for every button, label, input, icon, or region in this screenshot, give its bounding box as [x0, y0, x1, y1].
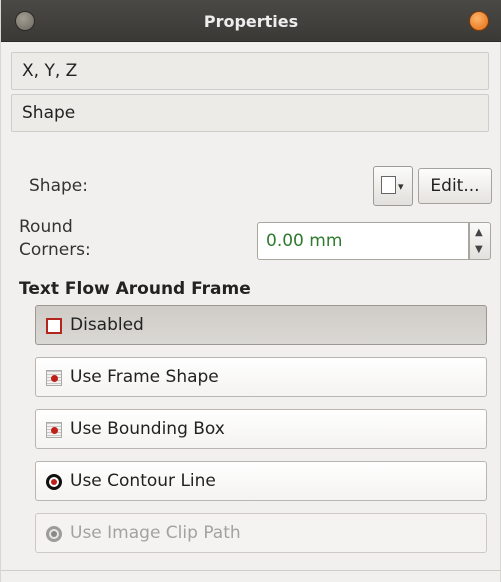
bounding-box-icon — [46, 422, 62, 438]
text-flow-bounding-box-label: Use Bounding Box — [70, 419, 225, 439]
panel-bottom-divider — [1, 570, 501, 571]
round-corners-input[interactable]: 0.00 mm — [257, 222, 469, 260]
text-flow-disabled-button[interactable]: Disabled — [35, 305, 487, 345]
text-flow-image-clip-path-button: Use Image Clip Path — [35, 513, 487, 553]
round-corners-stepper[interactable]: ▲ ▼ — [469, 222, 491, 260]
close-window-icon[interactable] — [469, 11, 489, 31]
text-flow-title: Text Flow Around Frame — [19, 279, 251, 299]
section-xyz[interactable]: X, Y, Z — [11, 52, 489, 90]
shape-label: Shape: — [29, 176, 88, 196]
increment-icon[interactable]: ▲ — [475, 227, 483, 238]
round-corners-label-line2: Corners: — [19, 240, 91, 260]
text-flow-disabled-label: Disabled — [70, 315, 144, 335]
text-flow-image-clip-path-label: Use Image Clip Path — [70, 523, 241, 543]
text-flow-frame-shape-label: Use Frame Shape — [70, 367, 219, 387]
round-corners-label-line1: Round — [19, 217, 73, 237]
frame-shape-icon — [46, 370, 62, 386]
section-shape[interactable]: Shape — [11, 94, 489, 132]
title-bar[interactable]: Properties — [1, 0, 501, 42]
decrement-icon[interactable]: ▼ — [475, 244, 483, 255]
frame-shape-dropdown-icon — [381, 176, 396, 194]
contour-line-icon — [46, 474, 62, 490]
section-shape-label: Shape — [22, 103, 76, 123]
text-flow-bounding-box-button[interactable]: Use Bounding Box — [35, 409, 487, 449]
section-xyz-label: X, Y, Z — [22, 61, 78, 81]
disabled-box-icon — [46, 318, 62, 334]
text-flow-frame-shape-button[interactable]: Use Frame Shape — [35, 357, 487, 397]
chevron-down-icon: ▾ — [398, 180, 404, 193]
shape-selector-button[interactable]: ▾ — [373, 166, 413, 206]
text-flow-contour-line-button[interactable]: Use Contour Line — [35, 461, 487, 501]
image-clip-path-icon — [46, 526, 62, 542]
window-title: Properties — [203, 12, 299, 31]
properties-window: Properties X, Y, Z Shape Shape: ▾ Edit..… — [0, 0, 501, 582]
text-flow-contour-line-label: Use Contour Line — [70, 471, 216, 491]
edit-shape-button[interactable]: Edit... — [418, 168, 492, 204]
